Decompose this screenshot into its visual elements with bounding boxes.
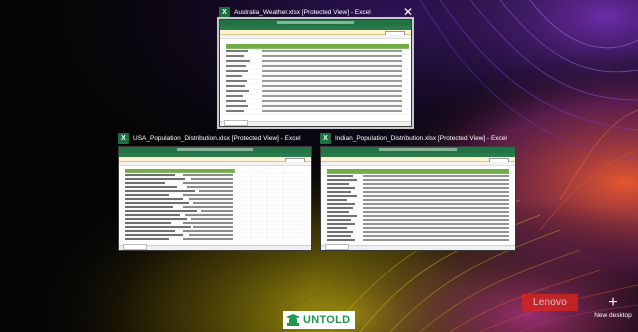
excel-window-caption: [379, 148, 457, 151]
spreadsheet-grid[interactable]: [121, 166, 309, 244]
window-title: Indian_Population_Distribution.xlsx [Pro…: [335, 134, 507, 142]
excel-status-bar: [119, 244, 311, 250]
lenovo-logo: Lenovo: [522, 294, 578, 311]
excel-status-bar: [321, 244, 515, 250]
untold-wordmark: UNTOLD: [303, 314, 351, 326]
window-usa-population[interactable]: X USA_Population_Distribution.xlsx [Prot…: [118, 131, 312, 252]
sheet-tab[interactable]: [224, 120, 248, 126]
window-titlebar[interactable]: X Indian_Population_Distribution.xlsx [P…: [320, 131, 507, 145]
excel-window-caption: [176, 148, 254, 151]
window-indian-population[interactable]: X Indian_Population_Distribution.xlsx [P…: [320, 131, 516, 252]
sheet-tab[interactable]: [325, 244, 349, 250]
window-thumbnail[interactable]: [118, 146, 312, 251]
new-desktop-button[interactable]: + New desktop: [592, 294, 634, 320]
spreadsheet-grid[interactable]: [323, 166, 513, 244]
close-icon[interactable]: ✕: [402, 6, 414, 18]
excel-status-bar: [220, 120, 411, 126]
new-desktop-label: New desktop: [594, 312, 632, 319]
window-australia-weather[interactable]: X Australia_Weather.xlsx [Protected View…: [217, 5, 414, 129]
excel-icon: X: [320, 132, 331, 144]
window-title: Australia_Weather.xlsx [Protected View] …: [234, 8, 371, 16]
excel-icon: X: [219, 6, 230, 18]
window-thumbnail[interactable]: [217, 17, 414, 129]
untold-logo: UNTOLD: [283, 311, 355, 329]
window-title: USA_Population_Distribution.xlsx [Protec…: [133, 134, 301, 142]
spreadsheet-grid[interactable]: [222, 39, 409, 119]
window-titlebar[interactable]: X USA_Population_Distribution.xlsx [Prot…: [118, 131, 301, 145]
excel-window-caption: [277, 21, 354, 24]
sheet-tab[interactable]: [123, 244, 147, 250]
plus-icon: +: [608, 294, 618, 311]
graduation-cap-icon: [286, 314, 300, 326]
window-thumbnail[interactable]: [320, 146, 516, 251]
window-titlebar[interactable]: X Australia_Weather.xlsx [Protected View…: [219, 5, 371, 19]
excel-icon: X: [118, 132, 129, 144]
